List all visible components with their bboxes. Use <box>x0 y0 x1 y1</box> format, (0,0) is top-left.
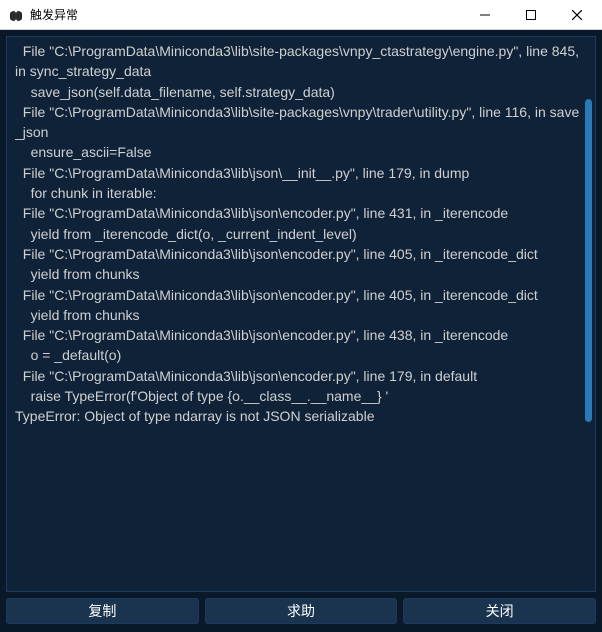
traceback-text: File "C:\ProgramData\Miniconda3\lib\site… <box>15 41 581 427</box>
traceback-panel: File "C:\ProgramData\Miniconda3\lib\site… <box>6 36 596 592</box>
close-icon <box>572 10 582 20</box>
help-button[interactable]: 求助 <box>205 598 398 624</box>
minimize-icon <box>480 10 490 20</box>
scrollbar-track[interactable] <box>585 45 592 583</box>
maximize-button[interactable] <box>508 0 554 29</box>
traceback-scroll[interactable]: File "C:\ProgramData\Miniconda3\lib\site… <box>15 41 581 587</box>
client-area: File "C:\ProgramData\Miniconda3\lib\site… <box>0 30 602 632</box>
maximize-icon <box>526 10 536 20</box>
titlebar: 触发异常 <box>0 0 602 30</box>
close-button[interactable]: 关闭 <box>403 598 596 624</box>
close-window-button[interactable] <box>554 0 600 29</box>
button-row: 复制 求助 关闭 <box>6 592 596 626</box>
window-title: 触发异常 <box>30 6 462 23</box>
scrollbar-thumb[interactable] <box>585 99 592 422</box>
copy-button[interactable]: 复制 <box>6 598 199 624</box>
window-controls <box>462 0 600 29</box>
app-icon <box>8 7 24 23</box>
minimize-button[interactable] <box>462 0 508 29</box>
